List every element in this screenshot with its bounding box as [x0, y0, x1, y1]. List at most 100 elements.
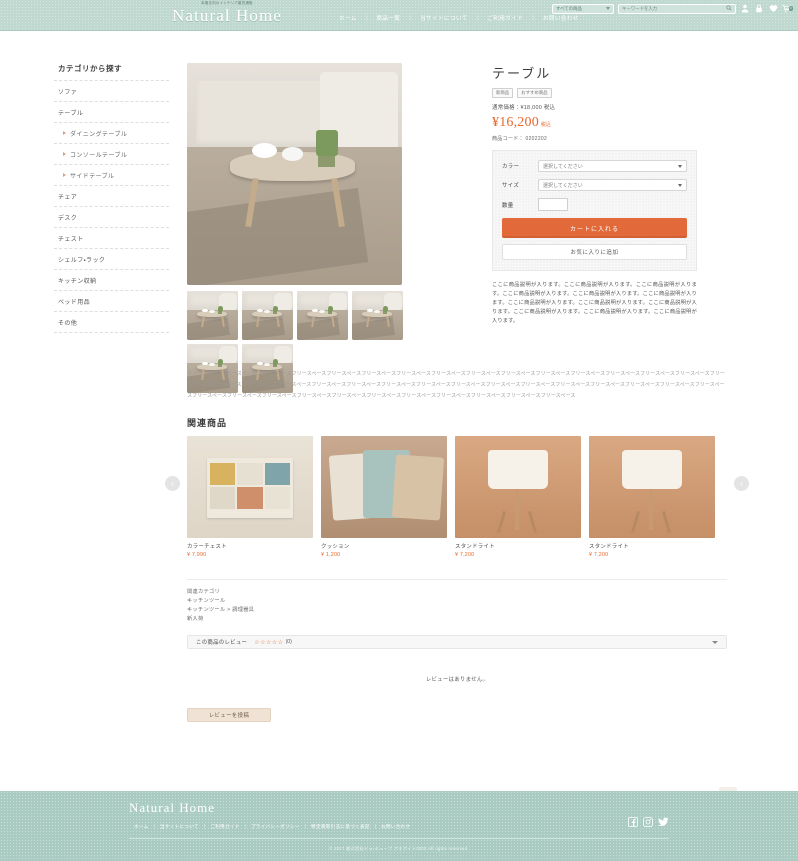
size-select[interactable]: 選択してください	[538, 179, 687, 191]
product-thumbnail-4[interactable]	[352, 291, 403, 340]
footer-navigation: ホーム | 当サイトについて | ご利用ガイド | プライバシーポリシー | 特定商取引法に基づ…	[129, 824, 669, 830]
product-main-image[interactable]	[187, 63, 402, 285]
nav-item-5[interactable]: お問い合わせ	[534, 14, 588, 22]
size-label: サイズ	[502, 183, 520, 189]
carousel-next-button[interactable]: ›	[734, 476, 749, 491]
facebook-icon[interactable]	[628, 817, 638, 827]
twitter-icon[interactable]	[658, 817, 669, 827]
page-content: カテゴリから探す ソファ テーブル ダイニングテーブル コンソールテーブル サイドテーブ…	[0, 31, 798, 805]
chevron-down-icon	[606, 7, 610, 10]
header-tools: すべての商品 キーワードを入力 0	[552, 3, 793, 14]
footer-nav-item-1[interactable]: ホーム	[129, 824, 154, 830]
user-icon[interactable]	[740, 3, 750, 14]
product-thumbnail-1[interactable]	[187, 291, 238, 340]
related-product-price: ¥ 7,200	[455, 552, 475, 558]
product-thumbnail-3[interactable]	[297, 291, 348, 340]
related-product-name: クッション	[321, 544, 350, 550]
product-info: テーブル 新商品 おすすめ商品 通常価格：¥18,000 税込 ¥16,200 税…	[492, 63, 697, 326]
regular-price: 通常価格：¥18,000 税込	[492, 105, 556, 111]
related-product-card[interactable]: スタンドライト ¥ 7,200	[455, 436, 581, 558]
related-category-link-3[interactable]: 新入荷	[187, 615, 727, 624]
cart-count-badge: 0	[788, 6, 793, 11]
category-sidebar: カテゴリから探す ソファ テーブル ダイニングテーブル コンソールテーブル サイドテーブ…	[54, 63, 169, 333]
related-product-price: ¥ 1,200	[321, 552, 341, 558]
related-product-image[interactable]	[187, 436, 313, 538]
product-badge-2: おすすめ商品	[517, 88, 552, 98]
sidebar-item-11[interactable]: ベッド用品	[54, 290, 169, 311]
footer-logo: Natural Home	[129, 800, 216, 815]
related-product-image[interactable]	[321, 436, 447, 538]
nav-item-3[interactable]: 当サイトについて	[411, 14, 477, 22]
related-categories-heading: 関連カテゴリ	[187, 589, 220, 595]
footer-nav-item-4[interactable]: プライバシーポリシー	[246, 824, 305, 830]
cart-icon[interactable]: 0	[782, 3, 793, 14]
related-product-image[interactable]	[589, 436, 715, 538]
footer-nav-item-6[interactable]: お問い合わせ	[376, 824, 415, 830]
sidebar-item-7[interactable]: デスク	[54, 206, 169, 227]
heart-icon[interactable]	[768, 3, 778, 14]
instagram-icon[interactable]	[643, 817, 653, 827]
order-form: カラー 選択してください サイズ 選択してください 数量 カートに入れる お気に…	[492, 150, 697, 271]
nav-item-2[interactable]: 商品一覧	[367, 14, 409, 22]
product-badge-1: 新商品	[492, 88, 514, 98]
product-code: 商品コード： 0202202	[492, 136, 548, 142]
sidebar-item-10[interactable]: キッチン収納	[54, 269, 169, 290]
review-bar-label: この商品のレビュー	[196, 640, 248, 646]
quantity-label: 数量	[502, 202, 514, 209]
sale-price: ¥16,200	[492, 115, 539, 130]
footer-nav-item-5[interactable]: 特定商取引法に基づく表記	[306, 824, 375, 830]
sidebar-title: カテゴリから探す	[58, 64, 122, 73]
product-thumbnail-2[interactable]	[242, 291, 293, 340]
footer-nav-item-3[interactable]: ご利用ガイド	[205, 824, 244, 830]
related-product-name: スタンドライト	[589, 544, 629, 550]
social-links	[628, 817, 669, 827]
carousel-prev-button[interactable]: ‹	[165, 476, 180, 491]
related-product-card[interactable]: クッション ¥ 1,200	[321, 436, 447, 558]
chevron-down-icon	[678, 183, 682, 187]
nav-item-1[interactable]: ホーム	[330, 14, 366, 22]
review-stars: ☆☆☆☆☆	[254, 639, 284, 646]
related-product-card[interactable]: カラーチェスト ¥ 7,990	[187, 436, 313, 558]
product-badges: 新商品 おすすめ商品	[492, 88, 697, 98]
quantity-input[interactable]	[538, 198, 568, 211]
lock-icon[interactable]	[754, 3, 764, 14]
related-products: 関連商品 ‹ › カラーチェスト ¥ 7,990 クッション ¥ 1,200 スタンドラ…	[165, 416, 749, 558]
related-product-image[interactable]	[455, 436, 581, 538]
main-navigation: ホーム | 商品一覧 | 当サイトについて | ご利用ガイド | お問い合わせ	[330, 14, 588, 22]
footer-nav-item-2[interactable]: 当サイトについて	[155, 824, 204, 830]
sidebar-item-12[interactable]: その他	[54, 311, 169, 333]
search-placeholder: キーワードを入力	[622, 5, 658, 11]
sidebar-item-5[interactable]: サイドテーブル	[54, 164, 169, 185]
size-option-row: サイズ 選択してください	[502, 179, 687, 191]
color-select[interactable]: 選択してください	[538, 160, 687, 172]
related-category-link-2[interactable]: キッチンツール > 調理器具	[187, 606, 727, 615]
sidebar-item-9[interactable]: シェルフ・ラック	[54, 248, 169, 269]
search-icon[interactable]	[726, 3, 732, 14]
chevron-down-icon	[712, 640, 718, 644]
price-row: ¥16,200 税込	[492, 115, 697, 131]
sidebar-item-4[interactable]: コンソールテーブル	[54, 143, 169, 164]
related-card-list: カラーチェスト ¥ 7,990 クッション ¥ 1,200 スタンドライト ¥ 7,200…	[187, 436, 727, 558]
related-product-card[interactable]: スタンドライト ¥ 7,200	[589, 436, 715, 558]
search-input[interactable]: キーワードを入力	[618, 3, 736, 14]
copyright: © 2017 株式会社ドゥ・キューブ アキアイト3000 All rights …	[329, 846, 469, 851]
brand-logo: Natural Home	[172, 6, 282, 25]
product-title: テーブル	[492, 66, 552, 81]
category-select[interactable]: すべての商品	[552, 3, 614, 14]
chevron-down-icon	[678, 164, 682, 168]
brand[interactable]: 本格志向のインテリア雑貨通販 Natural Home	[172, 1, 282, 25]
nav-item-4[interactable]: ご利用ガイド	[478, 14, 532, 22]
sidebar-item-6[interactable]: チェア	[54, 185, 169, 206]
add-to-cart-button[interactable]: カートに入れる	[502, 218, 687, 238]
review-toggle-bar[interactable]: この商品のレビュー ☆☆☆☆☆ (0)	[187, 635, 727, 649]
sidebar-item-8[interactable]: チェスト	[54, 227, 169, 248]
related-category-link-1[interactable]: キッチンツール	[187, 597, 727, 606]
color-select-value: 選択してください	[543, 163, 583, 170]
site-header: 本格志向のインテリア雑貨通販 Natural Home ホーム | 商品一覧 | 当サイ…	[0, 0, 798, 31]
sidebar-item-3[interactable]: ダイニングテーブル	[54, 122, 169, 143]
sidebar-item-1[interactable]: ソファ	[54, 80, 169, 101]
post-review-button[interactable]: レビューを投稿	[187, 708, 271, 722]
footer-divider	[129, 838, 669, 839]
add-to-favorites-button[interactable]: お気に入りに追加	[502, 244, 687, 260]
sidebar-item-2[interactable]: テーブル	[54, 101, 169, 122]
